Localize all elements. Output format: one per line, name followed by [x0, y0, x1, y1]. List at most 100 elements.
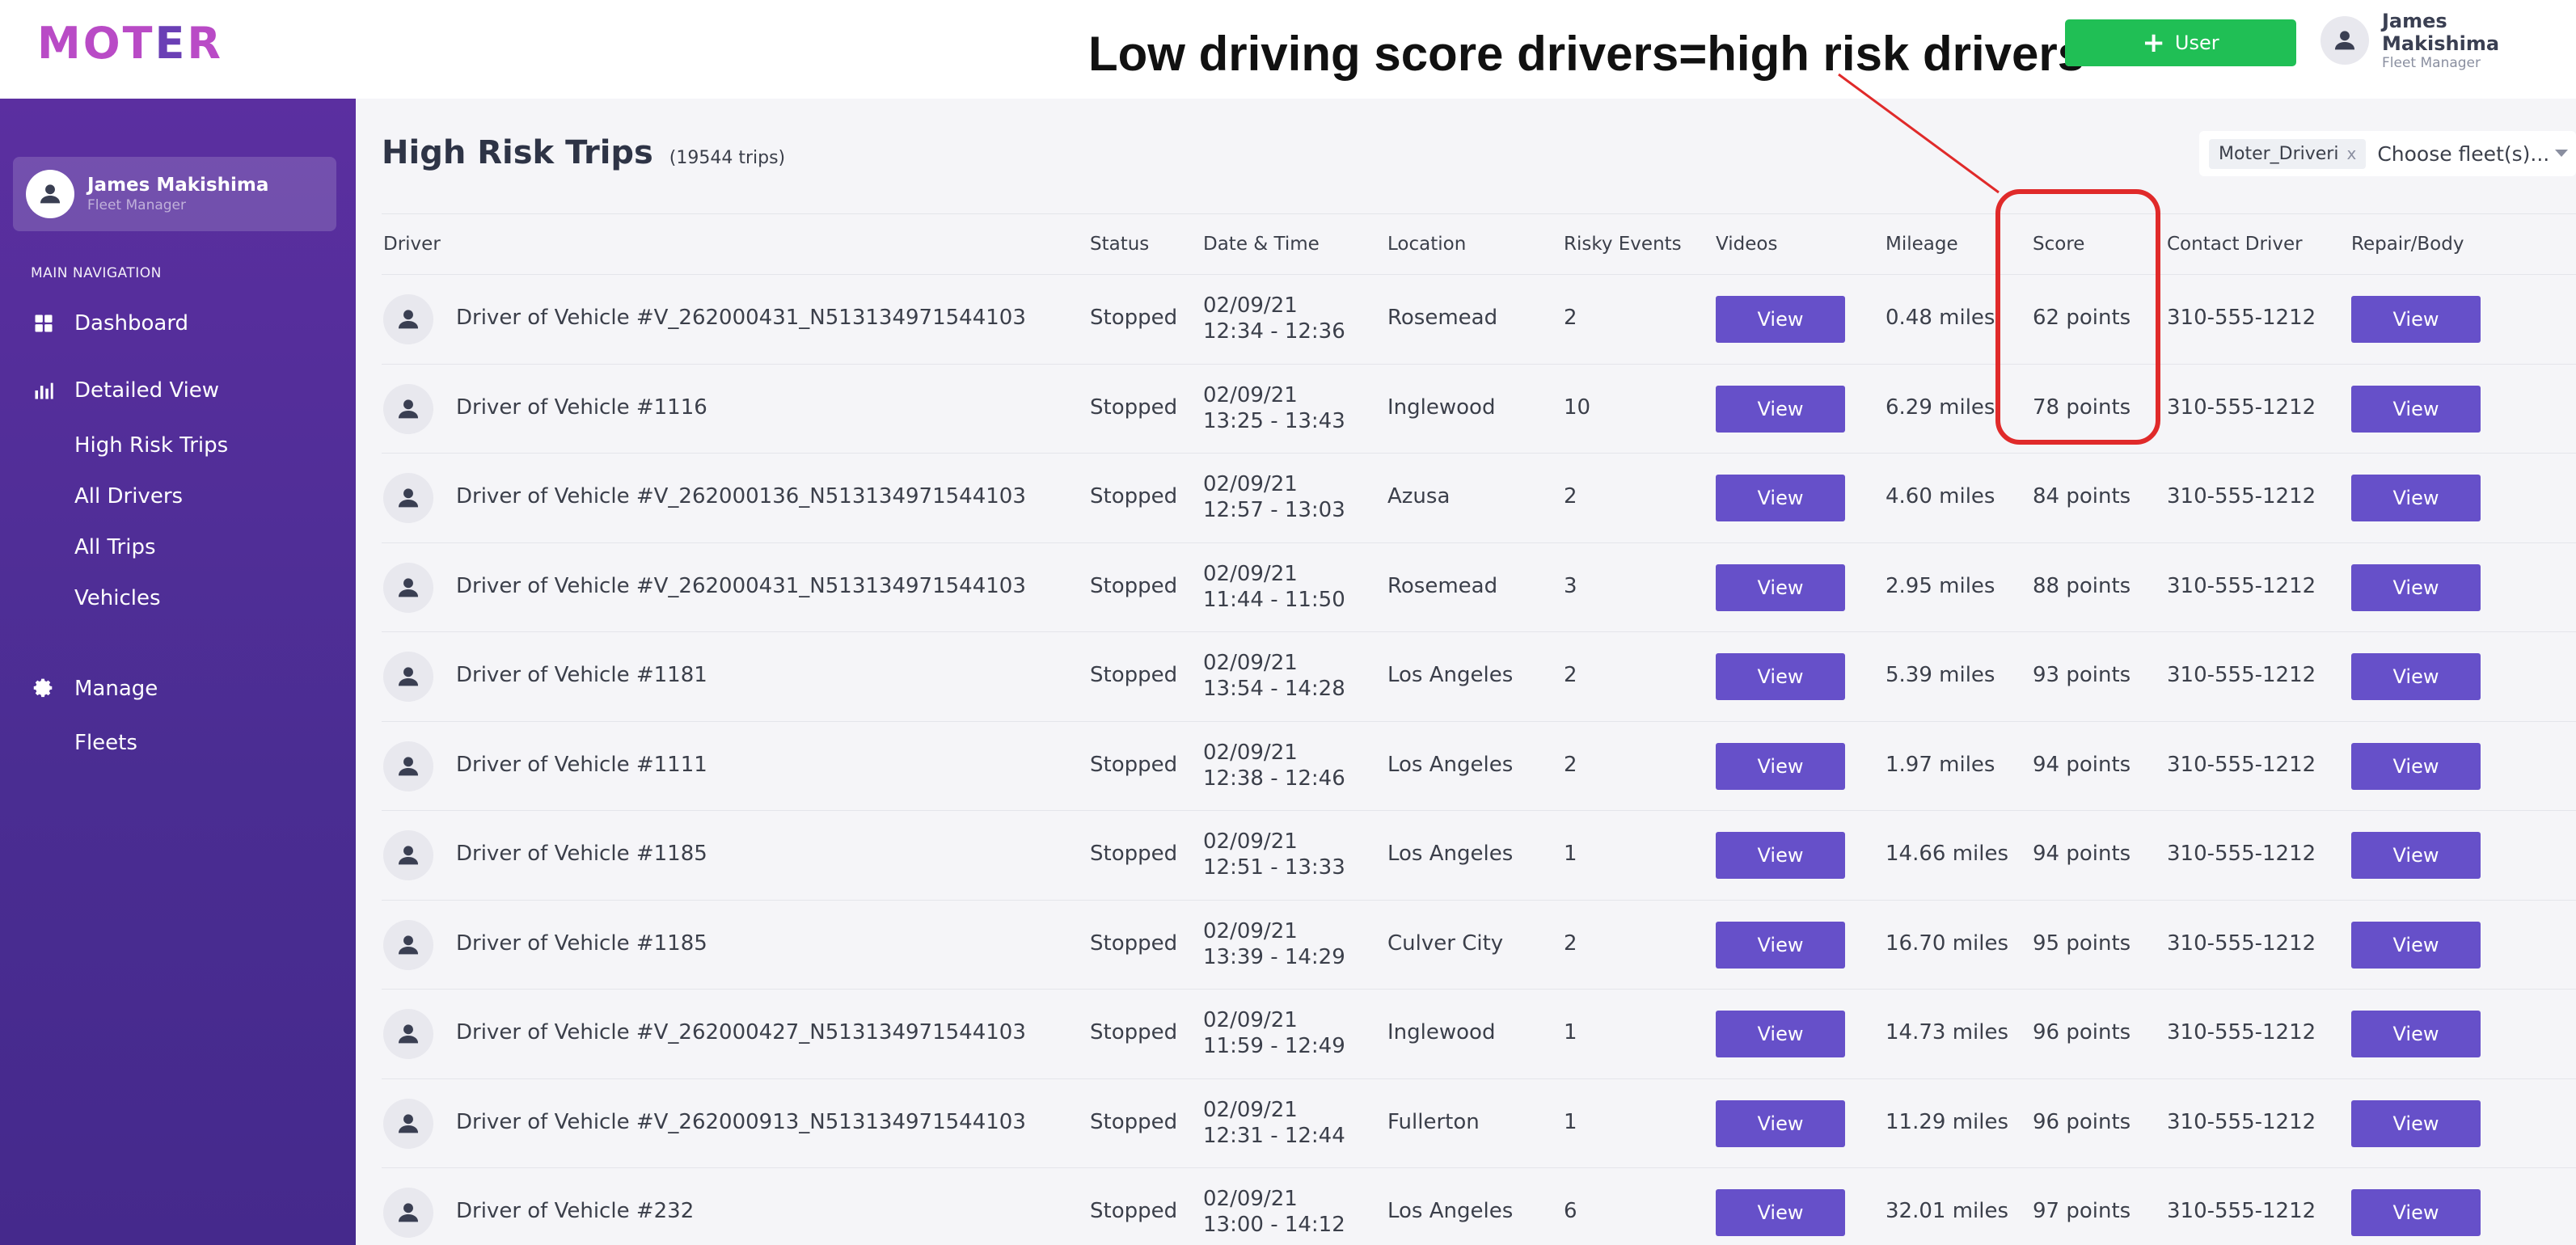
view-repair-button[interactable]: View — [2351, 563, 2481, 611]
column-header-date-time[interactable]: Date & Time — [1203, 234, 1320, 255]
person-icon — [2334, 31, 2355, 50]
sidebar-item-all-drivers[interactable]: All Drivers — [74, 484, 183, 509]
contact-phone[interactable]: 310-555-1212 — [2167, 1199, 2316, 1223]
fleet-placeholder: Choose fleet(s)... — [2377, 141, 2550, 166]
table-row[interactable]: Driver of Vehicle #1181 Stopped 02/09/21 13… — [382, 632, 2576, 722]
fleet-select[interactable]: Moter_Driveri x Choose fleet(s)... — [2199, 131, 2576, 176]
header-user-name: James Makishima — [2382, 10, 2500, 55]
view-video-button[interactable]: View — [1716, 475, 1845, 521]
view-video-button[interactable]: View — [1716, 1189, 1845, 1236]
driver-name[interactable]: Driver of Vehicle #V_262000431_N51313497… — [456, 306, 1026, 330]
trip-date-time: 02/09/21 13:39 - 14:29 — [1203, 918, 1345, 970]
sidebar-item-vehicles[interactable]: Vehicles — [74, 586, 161, 610]
column-header-driver[interactable]: Driver — [383, 234, 441, 255]
table-header: Driver Status Date & Time Location Risky… — [382, 213, 2576, 275]
gear-icon — [31, 676, 57, 702]
view-video-button[interactable]: View — [1716, 296, 1845, 343]
column-header-location[interactable]: Location — [1387, 234, 1466, 255]
trip-time: 12:34 - 12:36 — [1203, 319, 1345, 344]
view-video-button[interactable]: View — [1716, 385, 1845, 433]
contact-phone[interactable]: 310-555-1212 — [2167, 484, 2316, 509]
sidebar-item-manage[interactable]: Manage — [31, 676, 158, 702]
column-header-repair-body[interactable]: Repair/Body — [2351, 234, 2464, 255]
driver-avatar — [383, 830, 433, 880]
contact-phone[interactable]: 310-555-1212 — [2167, 306, 2316, 330]
table-row[interactable]: Driver of Vehicle #V_262000427_N51313497… — [382, 990, 2576, 1079]
column-header-status[interactable]: Status — [1090, 234, 1149, 255]
moter-logo[interactable]: MOTER — [37, 18, 223, 69]
contact-phone[interactable]: 310-555-1212 — [2167, 931, 2316, 956]
view-repair-button[interactable]: View — [2351, 385, 2481, 433]
view-video-button[interactable]: View — [1716, 1099, 1845, 1147]
view-video-button[interactable]: View — [1716, 653, 1845, 700]
sidebar-item-fleets[interactable]: Fleets — [74, 731, 137, 755]
trip-status: Stopped — [1090, 1199, 1178, 1223]
contact-phone[interactable]: 310-555-1212 — [2167, 753, 2316, 777]
driver-name[interactable]: Driver of Vehicle #1185 — [456, 842, 707, 866]
table-row[interactable]: Driver of Vehicle #1185 Stopped 02/09/21 13… — [382, 901, 2576, 990]
driver-score: 84 points — [2033, 484, 2131, 509]
driver-avatar — [383, 562, 433, 613]
contact-phone[interactable]: 310-555-1212 — [2167, 395, 2316, 420]
table-row[interactable]: Driver of Vehicle #1111 Stopped 02/09/21 12… — [382, 722, 2576, 811]
driver-name[interactable]: Driver of Vehicle #V_262000431_N51313497… — [456, 574, 1026, 598]
risky-events-count: 2 — [1564, 931, 1577, 956]
driver-score: 93 points — [2033, 663, 2131, 687]
column-header-videos[interactable]: Videos — [1716, 234, 1777, 255]
trip-location: Los Angeles — [1387, 842, 1514, 866]
contact-phone[interactable]: 310-555-1212 — [2167, 842, 2316, 866]
driver-name[interactable]: Driver of Vehicle #1181 — [456, 663, 707, 687]
view-repair-button[interactable]: View — [2351, 742, 2481, 790]
view-repair-button[interactable]: View — [2351, 296, 2481, 343]
sidebar-user-card[interactable]: James Makishima Fleet Manager — [13, 157, 336, 231]
contact-phone[interactable]: 310-555-1212 — [2167, 574, 2316, 598]
driver-name[interactable]: Driver of Vehicle #V_262000136_N51313497… — [456, 484, 1026, 509]
driver-name[interactable]: Driver of Vehicle #1185 — [456, 931, 707, 956]
chevron-down-icon[interactable] — [2555, 150, 2568, 157]
contact-phone[interactable]: 310-555-1212 — [2167, 1110, 2316, 1134]
add-user-button[interactable]: + User — [2065, 19, 2296, 66]
view-video-button[interactable]: View — [1716, 832, 1845, 879]
trip-time: 13:25 - 13:43 — [1203, 408, 1345, 433]
column-header-contact-driver[interactable]: Contact Driver — [2167, 234, 2303, 255]
view-repair-button[interactable]: View — [2351, 1099, 2481, 1147]
view-repair-button[interactable]: View — [2351, 475, 2481, 521]
trip-date: 02/09/21 — [1203, 293, 1298, 318]
driver-name[interactable]: Driver of Vehicle #1111 — [456, 753, 707, 777]
table-row[interactable]: Driver of Vehicle #V_262000431_N51313497… — [382, 543, 2576, 632]
sidebar-item-high-risk-trips[interactable]: High Risk Trips — [74, 433, 228, 458]
driver-name[interactable]: Driver of Vehicle #V_262000427_N51313497… — [456, 1020, 1026, 1045]
trip-date-time: 02/09/21 11:44 - 11:50 — [1203, 561, 1345, 613]
view-video-button[interactable]: View — [1716, 1011, 1845, 1057]
header-user-menu[interactable]: James Makishima Fleet Manager — [2321, 10, 2511, 71]
driver-name[interactable]: Driver of Vehicle #1116 — [456, 395, 707, 420]
table-row[interactable]: Driver of Vehicle #V_262000913_N51313497… — [382, 1079, 2576, 1168]
fleet-chip-label: Moter_Driveri — [2219, 143, 2339, 164]
trip-mileage: 16.70 miles — [1886, 931, 2009, 956]
table-row[interactable]: Driver of Vehicle #V_262000136_N51313497… — [382, 454, 2576, 543]
column-header-mileage[interactable]: Mileage — [1886, 234, 1958, 255]
driver-name[interactable]: Driver of Vehicle #232 — [456, 1199, 694, 1223]
column-header-risky-events[interactable]: Risky Events — [1564, 234, 1682, 255]
sidebar-item-all-trips[interactable]: All Trips — [74, 535, 156, 559]
table-row[interactable]: Driver of Vehicle #1185 Stopped 02/09/21 12… — [382, 811, 2576, 901]
sidebar-item-dashboard[interactable]: Dashboard — [31, 310, 188, 336]
view-video-button[interactable]: View — [1716, 742, 1845, 790]
sidebar-item-detailed-view[interactable]: Detailed View — [31, 378, 219, 403]
view-video-button[interactable]: View — [1716, 921, 1845, 969]
contact-phone[interactable]: 310-555-1212 — [2167, 1020, 2316, 1045]
sidebar-item-label: Dashboard — [74, 311, 189, 336]
view-repair-button[interactable]: View — [2351, 832, 2481, 879]
view-repair-button[interactable]: View — [2351, 1189, 2481, 1236]
view-repair-button[interactable]: View — [2351, 921, 2481, 969]
chip-remove-icon[interactable]: x — [2346, 144, 2356, 163]
table-row[interactable]: Driver of Vehicle #V_262000431_N51313497… — [382, 275, 2576, 365]
driver-name[interactable]: Driver of Vehicle #V_262000913_N51313497… — [456, 1110, 1026, 1134]
view-repair-button[interactable]: View — [2351, 1011, 2481, 1057]
table-row[interactable]: Driver of Vehicle #1116 Stopped 02/09/21 13… — [382, 365, 2576, 454]
view-repair-button[interactable]: View — [2351, 653, 2481, 700]
table-row[interactable]: Driver of Vehicle #232 Stopped 02/09/21 13:… — [382, 1168, 2576, 1245]
contact-phone[interactable]: 310-555-1212 — [2167, 663, 2316, 687]
view-video-button[interactable]: View — [1716, 563, 1845, 611]
trip-status: Stopped — [1090, 663, 1178, 687]
